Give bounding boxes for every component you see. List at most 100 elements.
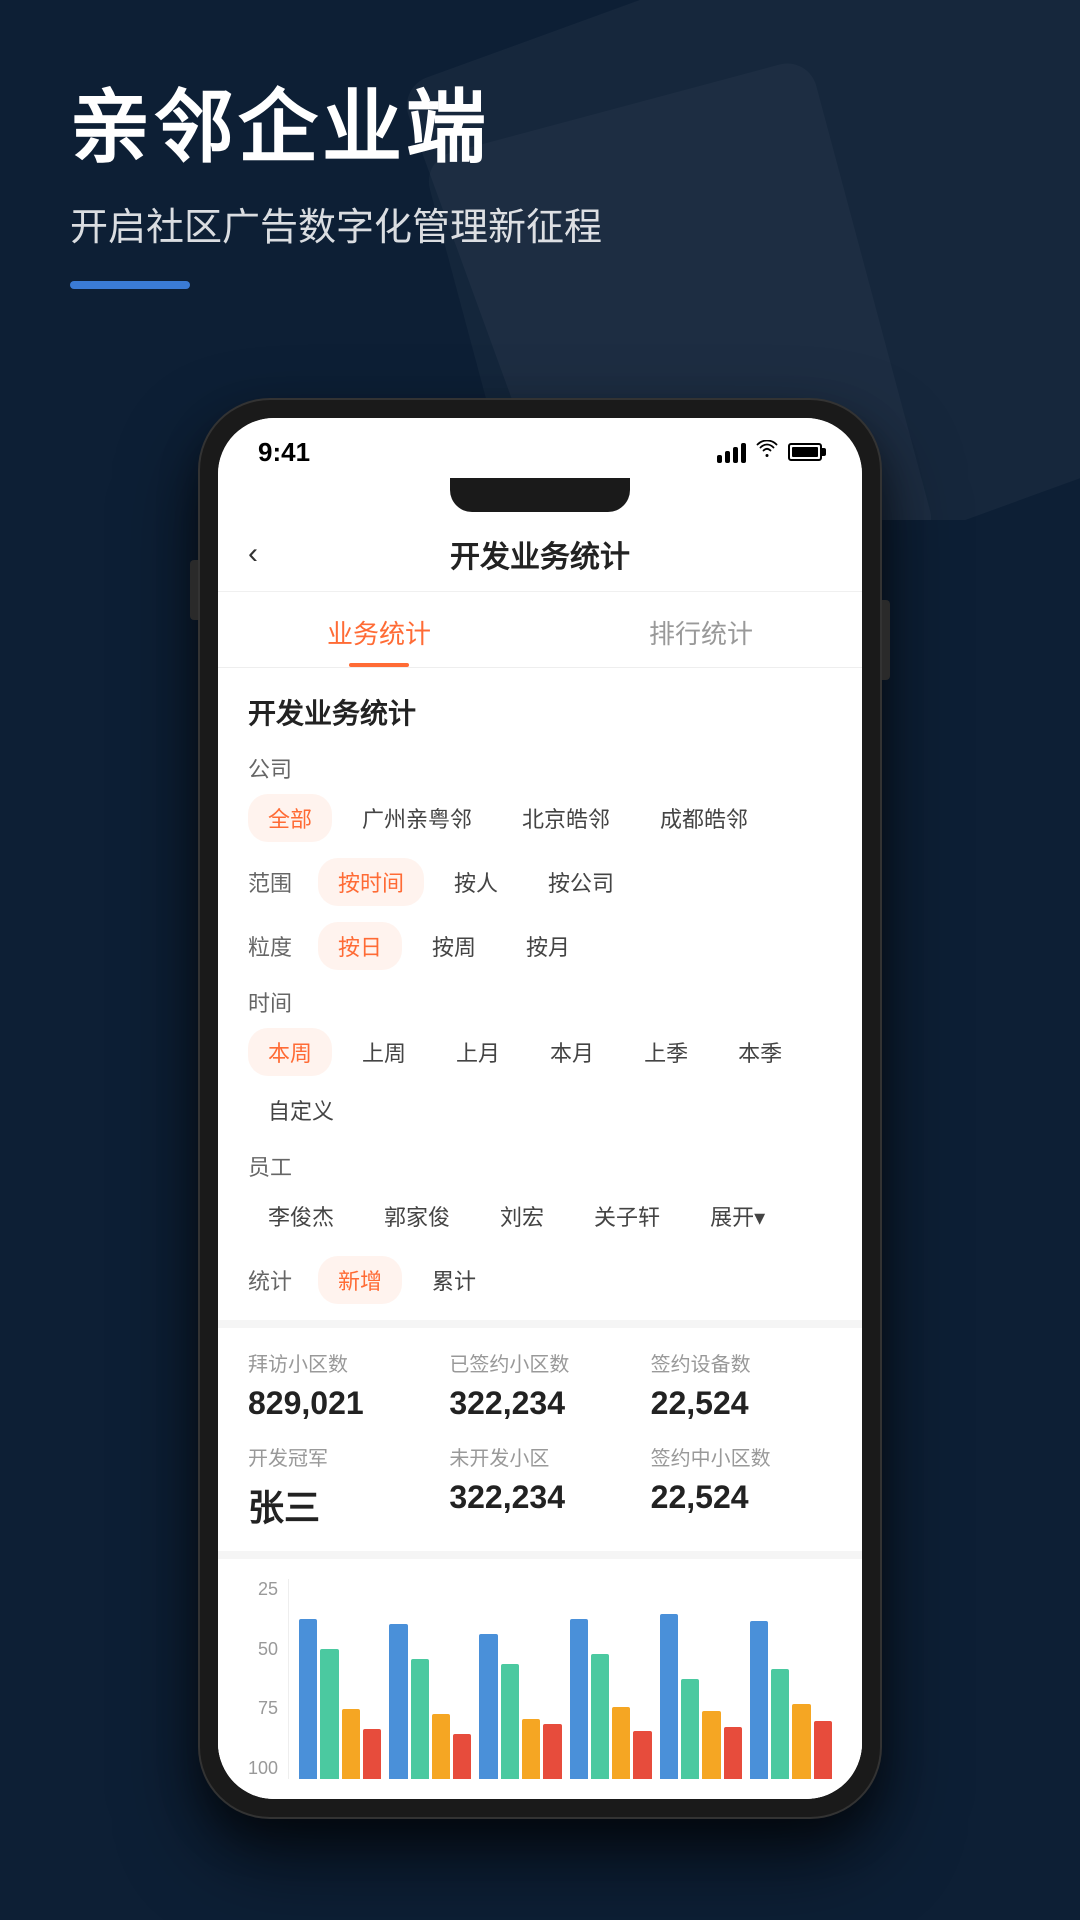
- tab-ranking-stats[interactable]: 排行统计: [540, 592, 862, 667]
- section-title: 开发业务统计: [248, 692, 832, 732]
- filter-row-time: 时间 本周 上周 上月 本月 上季 本季 自定义: [248, 986, 832, 1134]
- bar-0-2: [342, 1709, 360, 1779]
- bar-group-0: [299, 1619, 381, 1779]
- tag-company-beijing[interactable]: 北京皓邻: [502, 794, 630, 842]
- bar-group-5: [750, 1621, 832, 1779]
- stat-device-label: 签约设备数: [651, 1348, 832, 1377]
- bar-0-1: [320, 1649, 338, 1779]
- filter-label-granularity: 粒度: [248, 930, 308, 962]
- bar-group-4: [660, 1614, 742, 1779]
- bar-1-3: [453, 1734, 471, 1779]
- bar-5-2: [792, 1704, 810, 1779]
- bar-1-1: [411, 1659, 429, 1779]
- tag-staff-expand[interactable]: 展开▾: [690, 1192, 785, 1240]
- bar-3-2: [612, 1707, 630, 1779]
- status-icons: [717, 440, 822, 464]
- tag-gran-day[interactable]: 按日: [318, 922, 402, 970]
- app-content: ‹ 开发业务统计 业务统计 排行统计 开发业务统计: [218, 517, 862, 1799]
- bar-3-0: [570, 1619, 588, 1779]
- chart-bars: [288, 1579, 832, 1779]
- tag-time-custom[interactable]: 自定义: [248, 1086, 354, 1134]
- filter-tags-range: 按时间 按人 按公司: [318, 858, 634, 906]
- filter-tags-staff: 李俊杰 郭家俊 刘宏 关子轩 展开▾: [248, 1192, 785, 1240]
- tag-time-lastweek[interactable]: 上周: [342, 1028, 426, 1076]
- tag-time-lastseason[interactable]: 上季: [624, 1028, 708, 1076]
- filter-label-company: 公司: [248, 752, 308, 784]
- stat-signed-label: 已签约小区数: [449, 1348, 630, 1377]
- signal-bar-3: [733, 447, 738, 463]
- wifi-icon: [756, 440, 778, 464]
- bar-5-0: [750, 1621, 768, 1779]
- stat-champion-label: 开发冠军: [248, 1442, 429, 1471]
- chart-wrapper: 100 75 50 25: [248, 1579, 832, 1779]
- back-button[interactable]: ‹: [248, 537, 258, 571]
- tab-bar: 业务统计 排行统计: [218, 592, 862, 668]
- stat-undeveloped-label: 未开发小区: [449, 1442, 630, 1471]
- bar-3-3: [633, 1731, 651, 1779]
- tag-company-chengdu[interactable]: 成都皓邻: [640, 794, 768, 842]
- stat-device-count: 签约设备数 22,524: [651, 1348, 832, 1422]
- bar-0-0: [299, 1619, 317, 1779]
- tab-business-stats[interactable]: 业务统计: [218, 592, 540, 667]
- tag-time-thisseason[interactable]: 本季: [718, 1028, 802, 1076]
- bar-2-2: [522, 1719, 540, 1779]
- tag-time-thismonth[interactable]: 本月: [530, 1028, 614, 1076]
- filter-row-stattype: 统计 新增 累计: [248, 1256, 832, 1304]
- filter-label-time: 时间: [248, 986, 308, 1018]
- bar-group-3: [570, 1619, 652, 1779]
- y-label-25: 25: [248, 1579, 278, 1600]
- signal-bar-1: [717, 455, 722, 463]
- tag-range-time[interactable]: 按时间: [318, 858, 424, 906]
- tag-staff-liuhong[interactable]: 刘宏: [480, 1192, 564, 1240]
- bar-1-2: [432, 1714, 450, 1779]
- tag-staff-guanzixuan[interactable]: 关子轩: [574, 1192, 680, 1240]
- filter-label-staff: 员工: [248, 1150, 308, 1182]
- stat-champion: 开发冠军 张三: [248, 1442, 429, 1531]
- filter-row-range: 范围 按时间 按人 按公司: [248, 858, 832, 906]
- stat-visit-label: 拜访小区数: [248, 1348, 429, 1377]
- bar-0-3: [363, 1729, 381, 1779]
- status-time: 9:41: [258, 437, 310, 468]
- stats-section: 开发业务统计 公司 全部 广州亲粤邻 北京皓邻 成都皓邻 范围: [218, 668, 862, 1304]
- filter-row-company: 公司 全部 广州亲粤邻 北京皓邻 成都皓邻: [248, 752, 832, 842]
- tag-range-person[interactable]: 按人: [434, 858, 518, 906]
- chart-y-axis: 100 75 50 25: [248, 1579, 288, 1779]
- y-label-75: 75: [248, 1698, 278, 1719]
- bar-4-1: [681, 1679, 699, 1779]
- bar-4-3: [724, 1727, 742, 1779]
- bar-4-2: [702, 1711, 720, 1779]
- tag-gran-month[interactable]: 按月: [506, 922, 590, 970]
- tag-time-thisweek[interactable]: 本周: [248, 1028, 332, 1076]
- tag-time-lastmonth[interactable]: 上月: [436, 1028, 520, 1076]
- stat-signing: 签约中小区数 22,524: [651, 1442, 832, 1531]
- tag-staff-lijunjie[interactable]: 李俊杰: [248, 1192, 354, 1240]
- bar-2-0: [479, 1634, 497, 1779]
- battery-fill: [792, 447, 818, 457]
- bar-group-2: [479, 1634, 561, 1779]
- tag-range-company[interactable]: 按公司: [528, 858, 634, 906]
- nav-title: 开发业务统计: [450, 532, 630, 576]
- tag-stat-cumulative[interactable]: 累计: [412, 1256, 496, 1304]
- stats-grid: 拜访小区数 829,021 已签约小区数 322,234 签约设备数 22,52…: [218, 1320, 862, 1551]
- tag-company-guangzhou[interactable]: 广州亲粤邻: [342, 794, 492, 842]
- bar-5-3: [814, 1721, 832, 1779]
- phone-mockup: 9:41: [200, 400, 880, 1817]
- tag-stat-new[interactable]: 新增: [318, 1256, 402, 1304]
- stat-signed-value: 322,234: [449, 1385, 630, 1422]
- filter-row-granularity: 粒度 按日 按周 按月: [248, 922, 832, 970]
- filter-tags-stattype: 新增 累计: [318, 1256, 496, 1304]
- notch-cutout: [450, 478, 630, 512]
- tag-company-all[interactable]: 全部: [248, 794, 332, 842]
- tag-staff-guojiajun[interactable]: 郭家俊: [364, 1192, 470, 1240]
- signal-icon: [717, 441, 746, 463]
- signal-bar-2: [725, 451, 730, 463]
- filter-tags-time: 本周 上周 上月 本月 上季 本季 自定义: [248, 1028, 832, 1134]
- bar-4-0: [660, 1614, 678, 1779]
- filter-label-range: 范围: [248, 866, 308, 898]
- tag-gran-week[interactable]: 按周: [412, 922, 496, 970]
- y-label-100: 100: [248, 1758, 278, 1779]
- battery-icon: [788, 443, 822, 461]
- signal-bar-4: [741, 443, 746, 463]
- y-label-50: 50: [248, 1639, 278, 1660]
- sub-title: 开启社区广告数字化管理新征程: [70, 196, 1010, 251]
